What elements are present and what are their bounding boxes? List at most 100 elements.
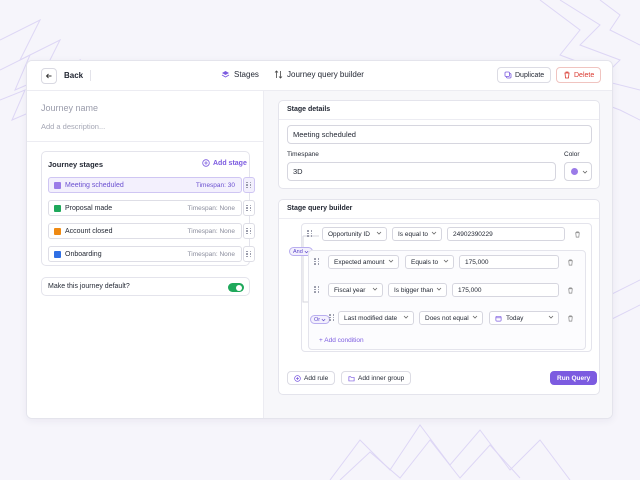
add-inner-group-button[interactable]: Add inner group — [341, 371, 412, 385]
field-value: Expected amount — [334, 258, 385, 266]
stage-label: Account closed — [65, 228, 113, 235]
chevron-down-icon — [548, 315, 554, 319]
stage-timespan: Timespan: None — [187, 205, 235, 212]
journey-description-input[interactable]: Add a description... — [41, 122, 105, 131]
field-value: Opportunity ID — [328, 230, 370, 238]
field-value: Fiscal year — [334, 286, 366, 294]
back-arrow-button[interactable] — [41, 68, 57, 84]
color-label: Color — [564, 151, 580, 158]
operator-select[interactable]: Is bigger than — [388, 283, 447, 297]
operator-value: Does not equal — [425, 314, 469, 322]
drag-handle-icon[interactable] — [314, 286, 320, 293]
duplicate-button[interactable]: Duplicate — [497, 67, 552, 83]
date-select[interactable]: Today — [489, 311, 559, 325]
left-pane: Journey name Add a description... Journe… — [27, 91, 264, 418]
chevron-down-icon — [372, 287, 378, 291]
and-label: And — [293, 248, 303, 255]
stage-timespan: Timespan: 30 — [195, 182, 235, 189]
run-query-button[interactable]: Run Query — [550, 371, 598, 385]
drag-handle-icon[interactable] — [314, 258, 320, 265]
color-swatch — [571, 168, 578, 175]
drag-handle-icon[interactable] — [243, 246, 255, 262]
stage-label: Onboarding — [65, 251, 102, 258]
add-stage-button[interactable]: Add stage — [202, 159, 247, 167]
operator-value: Is bigger than — [394, 286, 434, 294]
drag-handle-icon[interactable] — [243, 223, 255, 239]
divider — [279, 218, 599, 219]
delete-button[interactable]: Delete — [556, 67, 602, 83]
field-select[interactable]: Last modified date — [338, 311, 414, 325]
drag-handle-icon[interactable] — [243, 200, 255, 216]
chevron-down-icon — [321, 318, 326, 321]
value-input[interactable]: 175,000 — [459, 255, 559, 269]
operator-select[interactable]: Does not equal — [419, 311, 483, 325]
chevron-down-icon — [436, 287, 442, 291]
or-operator-pill[interactable]: Or — [310, 315, 331, 324]
stage-details-card: Stage details Meeting scheduled Timespan… — [278, 100, 600, 189]
trash-icon[interactable] — [567, 315, 574, 322]
stage-label: Meeting scheduled — [65, 182, 124, 189]
query-builder-title: Stage query builder — [287, 205, 353, 212]
drag-handle-icon[interactable] — [243, 177, 255, 193]
chevron-down-icon — [376, 231, 382, 235]
drag-handle-icon[interactable] — [329, 314, 335, 321]
chevron-down-icon — [388, 259, 394, 263]
stage-timespan: Timespan: None — [187, 228, 235, 235]
add-condition-link[interactable]: + Add condition — [319, 337, 364, 344]
field-select[interactable]: Fiscal year — [328, 283, 383, 297]
operator-value: Equals to — [411, 258, 439, 266]
chevron-down-icon — [582, 170, 588, 174]
value-input[interactable]: 24902390229 — [447, 227, 565, 241]
default-toggle-switch[interactable] — [228, 283, 244, 292]
delete-label: Delete — [574, 71, 595, 79]
stage-item-proposal-made[interactable]: Proposal made Timespan: None — [48, 200, 242, 216]
add-rule-label: Add rule — [304, 374, 329, 382]
calendar-icon — [495, 315, 502, 321]
copy-icon — [504, 71, 512, 79]
operator-select[interactable]: Equals to — [405, 255, 454, 269]
app-window: Back Stages Journey query builder Duplic… — [26, 60, 613, 419]
chevron-down-icon — [431, 231, 437, 235]
plus-circle-icon — [202, 159, 210, 167]
value-input[interactable]: 175,000 — [452, 283, 559, 297]
field-select[interactable]: Expected amount — [328, 255, 399, 269]
tab-stages[interactable]: Stages — [221, 70, 259, 79]
arrow-left-icon — [45, 73, 52, 79]
plus-circle-icon — [294, 374, 301, 382]
trash-icon — [564, 71, 570, 79]
trash-icon[interactable] — [567, 287, 574, 294]
stage-item-meeting-scheduled[interactable]: Meeting scheduled Timespan: 30 — [48, 177, 242, 193]
trash-icon[interactable] — [574, 231, 581, 238]
tab-stages-label: Stages — [234, 70, 259, 79]
stage-timespan: Timespan: None — [187, 251, 235, 258]
tab-query-label: Journey query builder — [287, 70, 364, 79]
stage-color-swatch — [54, 228, 61, 235]
duplicate-label: Duplicate — [515, 71, 545, 79]
default-toggle-card: Make this journey default? — [41, 277, 250, 296]
stage-name-input[interactable]: Meeting scheduled — [287, 125, 592, 144]
add-group-label: Add inner group — [358, 374, 405, 382]
operator-select[interactable]: Is equal to — [392, 227, 442, 241]
stage-details-title: Stage details — [287, 106, 331, 113]
timespan-input[interactable]: 3D — [287, 162, 556, 181]
timespan-label: Timespane — [287, 151, 319, 158]
add-stage-label: Add stage — [213, 159, 247, 167]
right-pane: Stage details Meeting scheduled Timespan… — [264, 91, 612, 418]
stage-color-swatch — [54, 182, 61, 189]
date-value: Today — [506, 314, 524, 322]
color-select[interactable] — [564, 162, 592, 181]
default-toggle-label: Make this journey default? — [48, 283, 130, 290]
divider — [90, 70, 91, 81]
divider — [27, 141, 264, 142]
add-rule-button[interactable]: Add rule — [287, 371, 336, 385]
trash-icon[interactable] — [567, 259, 574, 266]
field-select[interactable]: Opportunity ID — [322, 227, 387, 241]
divider — [279, 119, 599, 120]
stage-item-account-closed[interactable]: Account closed Timespan: None — [48, 223, 242, 239]
back-label[interactable]: Back — [64, 71, 83, 80]
stage-item-onboarding[interactable]: Onboarding Timespan: None — [48, 246, 242, 262]
chevron-down-icon — [403, 315, 409, 319]
journey-name-input[interactable]: Journey name — [41, 103, 98, 113]
drag-handle-icon[interactable] — [307, 230, 313, 237]
tab-query-builder[interactable]: Journey query builder — [274, 70, 364, 79]
